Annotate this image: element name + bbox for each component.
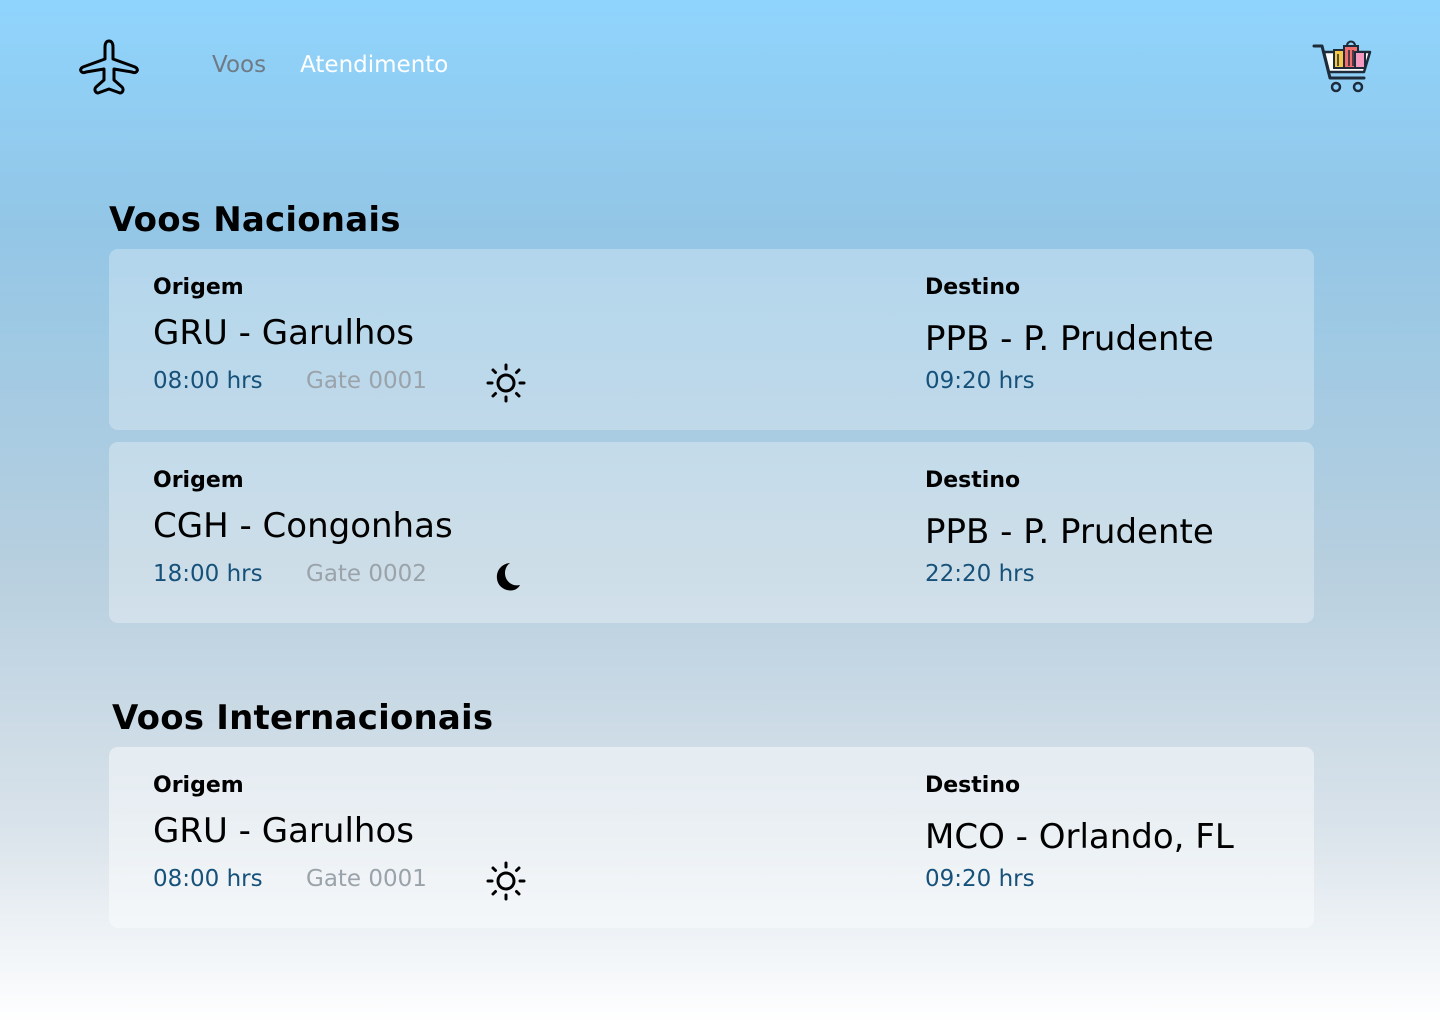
shopping-cart-icon[interactable]	[1312, 38, 1372, 96]
departure-time: 08:00 hrs	[153, 866, 263, 892]
flight-card[interactable]: Origem CGH - Congonhas 18:00 hrs Gate 00…	[109, 442, 1314, 623]
departure-time: 08:00 hrs	[153, 368, 263, 394]
origin-airport: GRU - Garulhos	[153, 313, 414, 353]
section-title-nacionais: Voos Nacionais	[109, 200, 401, 240]
arrival-time: 09:20 hrs	[925, 368, 1035, 394]
main-nav: Voos Atendimento	[212, 52, 448, 78]
nav-link-atendimento[interactable]: Atendimento	[300, 52, 448, 78]
arrival-time: 09:20 hrs	[925, 866, 1035, 892]
destination-airport: MCO - Orlando, FL	[925, 817, 1234, 857]
gate-number: Gate 0001	[306, 866, 427, 892]
destination-label: Destino	[925, 468, 1021, 493]
sun-icon	[486, 861, 526, 901]
departure-time: 18:00 hrs	[153, 561, 263, 587]
arrival-time: 22:20 hrs	[925, 561, 1035, 587]
origin-airport: CGH - Congonhas	[153, 506, 453, 546]
moon-icon	[496, 563, 520, 591]
destination-airport: PPB - P. Prudente	[925, 512, 1214, 552]
nav-link-voos[interactable]: Voos	[212, 52, 266, 78]
destination-label: Destino	[925, 773, 1021, 798]
origin-label: Origem	[153, 468, 244, 493]
gate-number: Gate 0001	[306, 368, 427, 394]
airplane-icon[interactable]	[78, 38, 140, 98]
section-title-internacionais: Voos Internacionais	[112, 698, 494, 738]
destination-label: Destino	[925, 275, 1021, 300]
origin-label: Origem	[153, 275, 244, 300]
origin-airport: GRU - Garulhos	[153, 811, 414, 851]
destination-airport: PPB - P. Prudente	[925, 319, 1214, 359]
origin-label: Origem	[153, 773, 244, 798]
sun-icon	[486, 363, 526, 403]
gate-number: Gate 0002	[306, 561, 427, 587]
flight-card[interactable]: Origem GRU - Garulhos 08:00 hrs Gate 000…	[109, 747, 1314, 928]
flight-card[interactable]: Origem GRU - Garulhos 08:00 hrs Gate 000…	[109, 249, 1314, 430]
